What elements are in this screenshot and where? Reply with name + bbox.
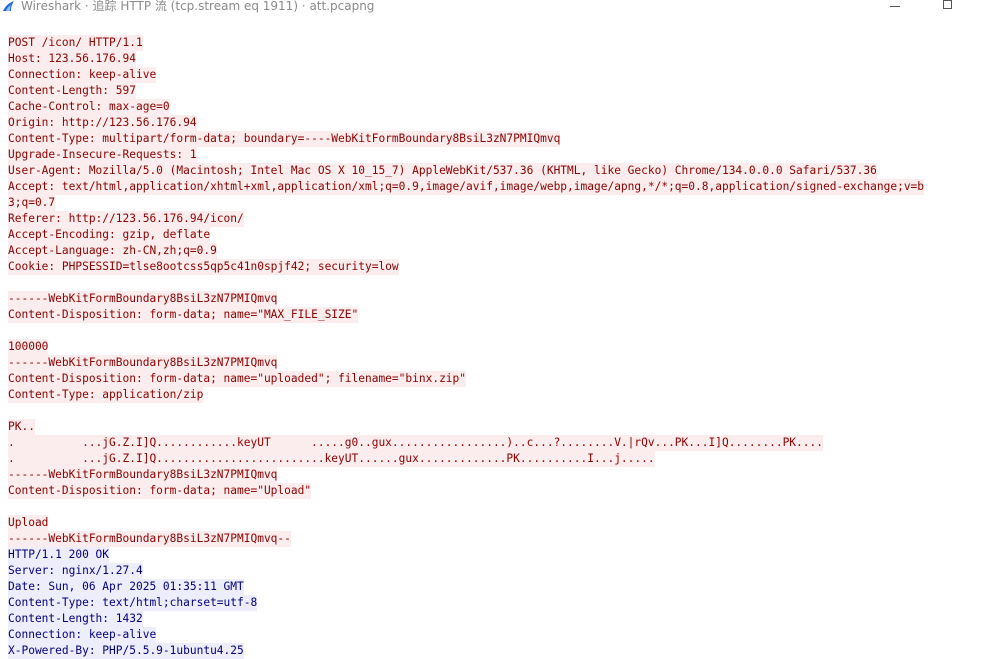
response-line-text: Server: nginx/1.27.4 <box>8 563 143 579</box>
response-line: Date: Sun, 06 Apr 2025 01:35:11 GMT <box>0 579 987 595</box>
request-line: Content-Disposition: form-data; name="up… <box>0 371 987 387</box>
request-line: Content-Type: application/zip <box>0 387 987 403</box>
request-line: POST /icon/ HTTP/1.1 <box>0 35 987 51</box>
window-title: Wireshark · 追踪 HTTP 流 (tcp.stream eq 191… <box>21 0 375 13</box>
request-line-text: Content-Disposition: form-data; name="Up… <box>8 483 312 499</box>
request-line: Accept-Language: zh-CN,zh;q=0.9 <box>0 243 987 259</box>
request-line: Upgrade-Insecure-Requests: 1 <box>0 147 987 163</box>
request-line: 100000 <box>0 339 987 355</box>
response-line-text: X-Powered-By: PHP/5.5.9-1ubuntu4.25 <box>8 643 244 659</box>
request-line-text: Content-Length: 597 <box>8 83 136 99</box>
request-line: ------WebKitFormBoundary8BsiL3zN7PMIQmvq <box>0 355 987 371</box>
request-line: . ...jG.Z.I]Q.........................ke… <box>0 451 987 467</box>
request-line-text: Upload <box>8 515 49 531</box>
minimize-button[interactable] <box>872 0 918 12</box>
request-line-text: Content-Disposition: form-data; name="MA… <box>8 307 359 323</box>
request-line-text: Cache-Control: max-age=0 <box>8 99 170 115</box>
response-line: X-Powered-By: PHP/5.5.9-1ubuntu4.25 <box>0 643 987 659</box>
maximize-icon <box>942 0 952 9</box>
request-line: Host: 123.56.176.94 <box>0 51 987 67</box>
request-line <box>0 275 987 291</box>
response-line-text: Content-Length: 1432 <box>8 611 143 627</box>
maximize-button[interactable] <box>924 0 970 12</box>
request-line: Accept-Encoding: gzip, deflate <box>0 227 987 243</box>
request-line: Upload <box>0 515 987 531</box>
request-line-text: User-Agent: Mozilla/5.0 (Macintosh; Inte… <box>8 163 877 179</box>
request-line: Accept: text/html,application/xhtml+xml,… <box>0 179 987 195</box>
request-line-text: ------WebKitFormBoundary8BsiL3zN7PMIQmvq <box>8 291 278 307</box>
request-line <box>0 403 987 419</box>
request-line: Connection: keep-alive <box>0 67 987 83</box>
follow-http-stream-window: Wireshark · 追踪 HTTP 流 (tcp.stream eq 191… <box>0 0 987 659</box>
title-bar[interactable]: Wireshark · 追踪 HTTP 流 (tcp.stream eq 191… <box>0 0 987 24</box>
request-line: Content-Disposition: form-data; name="Up… <box>0 483 987 499</box>
request-line: Content-Disposition: form-data; name="MA… <box>0 307 987 323</box>
request-line: . ...jG.Z.I]Q............keyUT .....g0..… <box>0 435 987 451</box>
request-line-text: PK.. <box>8 419 35 435</box>
request-line-text: . ...jG.Z.I]Q.........................ke… <box>8 451 655 467</box>
request-line: Referer: http://123.56.176.94/icon/ <box>0 211 987 227</box>
request-line: Origin: http://123.56.176.94 <box>0 115 987 131</box>
request-line-text: 3;q=0.7 <box>8 195 56 211</box>
response-line: Content-Length: 1432 <box>0 611 987 627</box>
response-line: HTTP/1.1 200 OK <box>0 547 987 563</box>
response-line: Content-Type: text/html;charset=utf-8 <box>0 595 987 611</box>
response-line: Server: nginx/1.27.4 <box>0 563 987 579</box>
request-line: Content-Length: 597 <box>0 83 987 99</box>
response-line-text: HTTP/1.1 200 OK <box>8 547 110 563</box>
response-line: Connection: keep-alive <box>0 627 987 643</box>
request-line: Content-Type: multipart/form-data; bound… <box>0 131 987 147</box>
request-line-text: ------WebKitFormBoundary8BsiL3zN7PMIQmvq… <box>8 531 291 547</box>
request-line-text: Connection: keep-alive <box>8 67 157 83</box>
stream-content-view[interactable]: POST /icon/ HTTP/1.1 Host: 123.56.176.94 C… <box>0 35 987 659</box>
request-line-text: Origin: http://123.56.176.94 <box>8 115 197 131</box>
request-line-text: Content-Disposition: form-data; name="up… <box>8 371 467 387</box>
wireshark-fin-icon <box>3 1 14 11</box>
request-line-text: Accept-Encoding: gzip, deflate <box>8 227 211 243</box>
request-line-text: Content-Type: application/zip <box>8 387 204 403</box>
request-line-text: Accept-Language: zh-CN,zh;q=0.9 <box>8 243 217 259</box>
request-line: Cookie: PHPSESSID=tlse8ootcss5qp5c41n0sp… <box>0 259 987 275</box>
request-line-text: POST /icon/ HTTP/1.1 <box>8 35 143 51</box>
minimize-icon <box>890 5 900 7</box>
request-line-text: Host: 123.56.176.94 <box>8 51 136 67</box>
request-line: 3;q=0.7 <box>0 195 987 211</box>
request-line: User-Agent: Mozilla/5.0 (Macintosh; Inte… <box>0 163 987 179</box>
request-line-text: ------WebKitFormBoundary8BsiL3zN7PMIQmvq <box>8 355 278 371</box>
request-line: PK.. <box>0 419 987 435</box>
request-line-text: Upgrade-Insecure-Requests: 1 <box>8 147 197 163</box>
response-line-text: Date: Sun, 06 Apr 2025 01:35:11 GMT <box>8 579 244 595</box>
response-line-text: Content-Type: text/html;charset=utf-8 <box>8 595 258 611</box>
request-line: Cache-Control: max-age=0 <box>0 99 987 115</box>
request-line-text: ------WebKitFormBoundary8BsiL3zN7PMIQmvq <box>8 467 278 483</box>
request-line-text: Cookie: PHPSESSID=tlse8ootcss5qp5c41n0sp… <box>8 259 399 275</box>
request-line <box>0 323 987 339</box>
request-line-text: . ...jG.Z.I]Q............keyUT .....g0..… <box>8 435 823 451</box>
request-line-text: Referer: http://123.56.176.94/icon/ <box>8 211 244 227</box>
request-line-text: Accept: text/html,application/xhtml+xml,… <box>8 179 925 195</box>
request-line: ------WebKitFormBoundary8BsiL3zN7PMIQmvq <box>0 291 987 307</box>
request-line: ------WebKitFormBoundary8BsiL3zN7PMIQmvq <box>0 467 987 483</box>
request-line-text: 100000 <box>8 339 49 355</box>
request-line <box>0 499 987 515</box>
request-line-text: Content-Type: multipart/form-data; bound… <box>8 131 561 147</box>
request-line: ------WebKitFormBoundary8BsiL3zN7PMIQmvq… <box>0 531 987 547</box>
response-line-text: Connection: keep-alive <box>8 627 157 643</box>
